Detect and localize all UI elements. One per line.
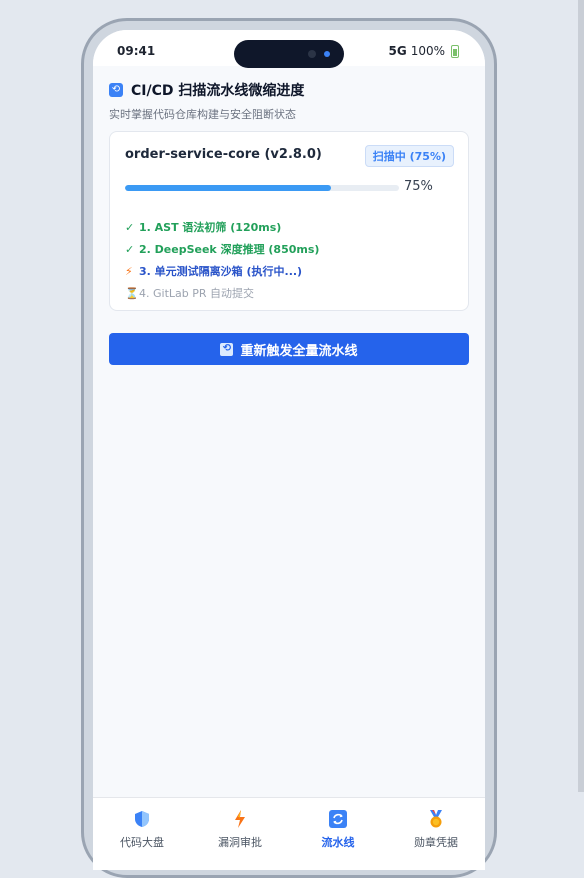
nav-label: 代码大盘: [120, 836, 164, 849]
nav-item-pipeline[interactable]: 流水线: [289, 798, 387, 870]
nav-label: 流水线: [321, 836, 355, 849]
step-item-ast: ✓ 1. AST 语法初筛 (120ms): [125, 216, 455, 238]
progress-label: 75%: [404, 179, 433, 194]
check-icon: ✓: [125, 242, 135, 256]
nav-label: 勋章凭据: [414, 836, 458, 849]
battery-percent: 100%: [410, 44, 445, 58]
nav-item-vuln-approval[interactable]: 漏洞审批: [191, 798, 289, 870]
status-indicators: 5G 100%: [388, 44, 459, 58]
camera-icon: [308, 50, 316, 58]
phone-screen: 09:41 5G 100% ⟲ CI/CD 扫描流水线微缩进度 实时掌握代码仓库…: [93, 30, 485, 870]
nav-item-dashboard[interactable]: 代码大盘: [93, 798, 191, 870]
lightning-icon: [231, 810, 249, 828]
rerun-pipeline-button[interactable]: ⟲ 重新触发全量流水线: [109, 333, 469, 365]
page-header: ⟲ CI/CD 扫描流水线微缩进度 实时掌握代码仓库构建与安全阻断状态: [109, 80, 469, 122]
rerun-pipeline-label: 重新触发全量流水线: [240, 343, 358, 359]
nav-item-badges[interactable]: 勋章凭据: [387, 798, 485, 870]
network-indicator: 5G: [388, 44, 407, 58]
step-label: 2. DeepSeek 深度推理 (850ms): [139, 243, 320, 256]
nav-label: 漏洞审批: [218, 836, 262, 849]
step-label: 3. 单元测试隔离沙箱 (执行中...): [139, 265, 303, 278]
step-item-deepseek: ✓ 2. DeepSeek 深度推理 (850ms): [125, 238, 455, 260]
check-icon: ✓: [125, 220, 135, 234]
status-time: 09:41: [117, 44, 156, 58]
step-label: 1. AST 语法初筛 (120ms): [139, 221, 282, 234]
status-bar: 09:41 5G 100%: [93, 30, 485, 68]
medal-icon: [427, 810, 445, 828]
status-badge: 扫描中 (75%): [364, 145, 454, 167]
pipeline-card: order-service-core (v2.8.0) 扫描中 (75%) 75…: [109, 131, 469, 311]
step-item-sandbox: ⚡ 3. 单元测试隔离沙箱 (执行中...): [125, 260, 455, 282]
battery-icon: [451, 44, 459, 58]
title-row: ⟲ CI/CD 扫描流水线微缩进度: [109, 80, 469, 100]
progress-fill: [125, 185, 331, 191]
shield-icon: [133, 810, 151, 828]
hourglass-icon: ⏳: [125, 286, 139, 300]
page-scrollbar[interactable]: [578, 0, 584, 792]
lightning-icon: ⚡: [125, 264, 133, 278]
step-list: ✓ 1. AST 语法初筛 (120ms) ✓ 2. DeepSeek 深度推理…: [125, 216, 455, 304]
project-name: order-service-core (v2.8.0): [125, 147, 322, 162]
progress-bar: [125, 185, 399, 191]
indicator-dot-icon: [324, 51, 330, 57]
dynamic-island: [234, 40, 344, 68]
step-item-gitlab-pr: ⏳ 4. GitLab PR 自动提交: [125, 282, 455, 304]
refresh-icon: ⟲: [220, 342, 234, 356]
refresh-icon: [329, 810, 347, 828]
refresh-icon: ⟲: [109, 83, 123, 97]
step-label: 4. GitLab PR 自动提交: [139, 287, 255, 300]
page-title: CI/CD 扫描流水线微缩进度: [131, 83, 305, 99]
bottom-nav: 代码大盘 漏洞审批 流水线 勋章凭据: [93, 797, 485, 870]
page-subtitle: 实时掌握代码仓库构建与安全阻断状态: [109, 108, 296, 121]
